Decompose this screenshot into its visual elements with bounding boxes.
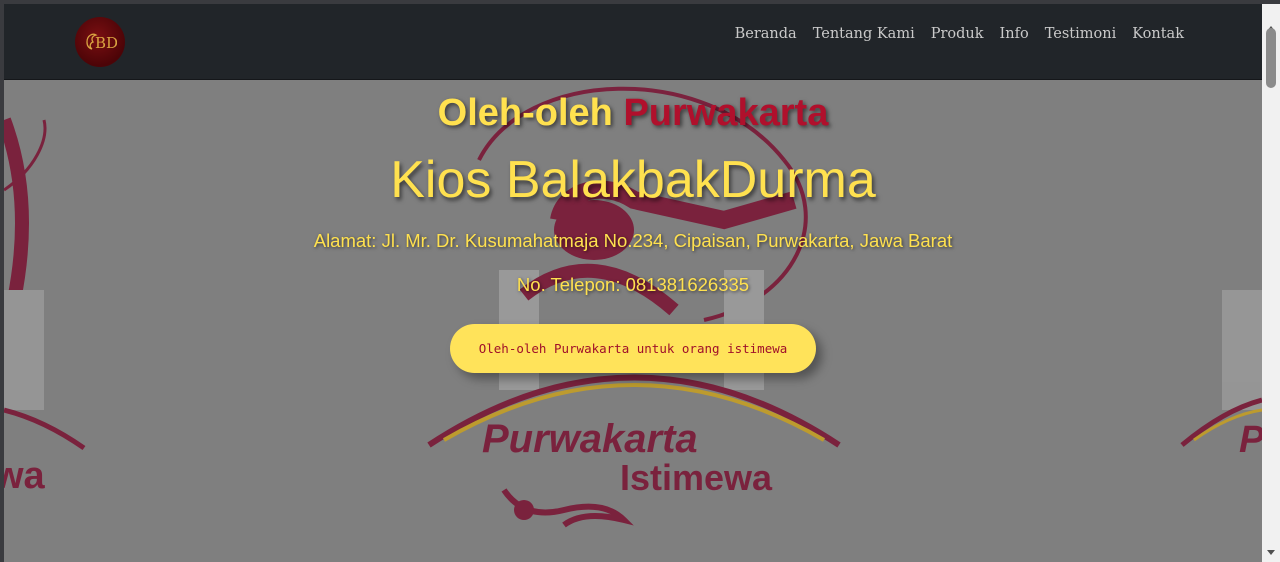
hero-section: wa Purwakarta Istimewa P Oleh-oleh Purwa… (4, 80, 1262, 562)
store-phone: No. Telepon: 081381626335 (516, 274, 750, 295)
hero-subtitle-main: Oleh-oleh (437, 92, 613, 134)
nav-links: Beranda Tentang Kami Produk Info Testimo… (735, 26, 1184, 42)
svg-text:Purwakarta: Purwakarta (482, 417, 698, 461)
scroll-down-icon[interactable] (1267, 550, 1275, 555)
scrollbar-thumb[interactable] (1266, 28, 1276, 88)
nav-link-tentang-kami[interactable]: Tentang Kami (813, 26, 915, 42)
svg-text:Istimewa: Istimewa (620, 457, 773, 498)
vertical-scrollbar[interactable] (1262, 4, 1280, 562)
hero-subtitle-accent: Purwakarta (623, 92, 829, 134)
hero-title: Kios BalakbakDurma (390, 151, 876, 209)
nav-link-info[interactable]: Info (1000, 26, 1029, 42)
cta-button[interactable]: Oleh-oleh Purwakarta untuk orang istimew… (450, 324, 816, 373)
browser-viewport: BD Beranda Tentang Kami Produk Info Test… (4, 4, 1262, 562)
svg-text:P: P (1239, 419, 1262, 461)
nav-link-produk[interactable]: Produk (931, 26, 984, 42)
svg-text:wa: wa (4, 455, 46, 497)
store-address: Alamat: Jl. Mr. Dr. Kusumahatmaja No.234… (313, 230, 953, 251)
nav-link-testimoni[interactable]: Testimoni (1045, 26, 1117, 42)
hero-subtitle: Oleh-oleh Purwakarta (4, 92, 1262, 135)
nav-link-kontak[interactable]: Kontak (1132, 26, 1184, 42)
navbar: BD Beranda Tentang Kami Produk Info Test… (4, 4, 1262, 80)
nav-link-beranda[interactable]: Beranda (735, 26, 797, 42)
brand-logo[interactable]: BD (75, 17, 125, 67)
svg-text:BD: BD (95, 34, 117, 52)
brand-logo-icon: BD (86, 33, 117, 52)
